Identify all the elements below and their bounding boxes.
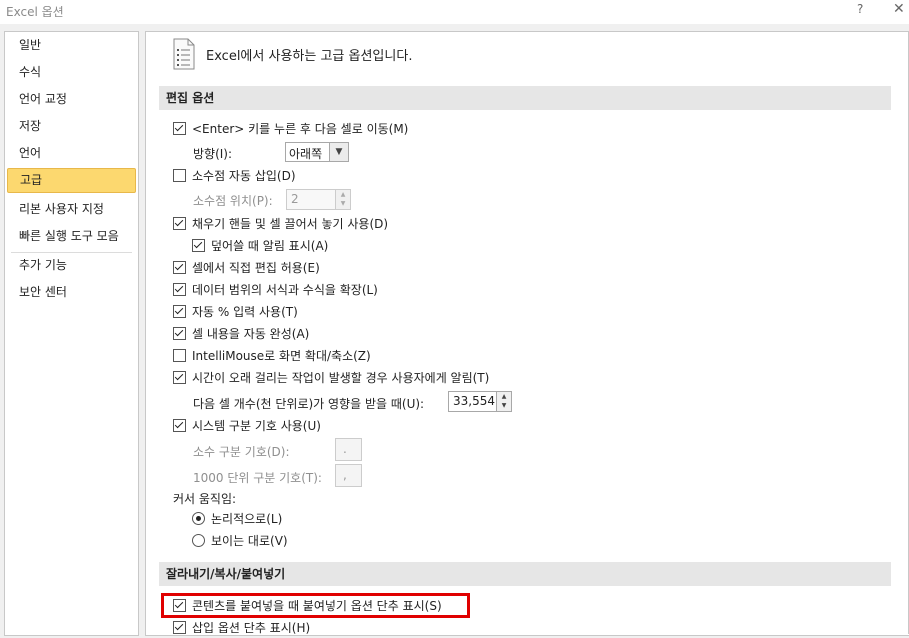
long-operation-alert-label: 시간이 오래 걸리는 작업이 발생할 경우 사용자에게 알림(T): [192, 371, 490, 385]
spinner-arrows[interactable]: ▲ ▼: [496, 392, 511, 411]
extend-formats-label: 데이터 범위의 서식과 수식을 확장(L): [192, 283, 378, 297]
title-bar: Excel 옵션 ? ✕: [0, 0, 909, 24]
window-title: Excel 옵션: [6, 5, 64, 19]
sidebar-item-add-ins[interactable]: 추가 기능: [7, 253, 136, 278]
decimal-places-spinner[interactable]: 2 ▲ ▼: [286, 189, 351, 210]
direction-label: 방향(I):: [193, 147, 233, 161]
decimal-places-label: 소수점 위치(P):: [193, 194, 273, 208]
system-separators-checkbox[interactable]: [173, 419, 186, 432]
overwrite-alert-label: 덮어쓸 때 알림 표시(A): [211, 239, 329, 253]
document-options-icon: [173, 38, 195, 70]
sidebar-item-formulas[interactable]: 수식: [7, 60, 136, 85]
enter-move-checkbox[interactable]: [173, 122, 186, 135]
spinner-arrows[interactable]: ▲ ▼: [335, 190, 350, 209]
direction-select[interactable]: 아래쪽 ▼: [285, 142, 349, 162]
autocomplete-checkbox[interactable]: [173, 327, 186, 340]
section-editing-options: 편집 옵션: [159, 86, 891, 110]
thousands-separator-value: ,: [343, 468, 347, 482]
auto-decimal-checkbox[interactable]: [173, 169, 186, 182]
red-highlight-box: [161, 593, 470, 618]
enter-move-label: <Enter> 키를 누른 후 다음 셀로 이동(M): [192, 122, 409, 136]
direction-value: 아래쪽: [289, 147, 323, 161]
sidebar: 일반 수식 언어 교정 저장 언어 고급 리본 사용자 지정 빠른 실행 도구 …: [4, 31, 139, 636]
decimal-separator-label: 소수 구분 기호(D):: [193, 445, 290, 459]
auto-decimal-label: 소수점 자동 삽입(D): [192, 169, 296, 183]
cells-affected-label: 다음 셀 개수(천 단위로)가 영향을 받을 때(U):: [193, 397, 425, 411]
decimal-places-value: 2: [291, 192, 299, 206]
cursor-visual-label: 보이는 대로(V): [211, 534, 288, 548]
section-cut-copy-paste: 잘라내기/복사/붙여넣기: [159, 562, 891, 586]
decimal-separator-field[interactable]: .: [335, 438, 362, 461]
fill-handle-checkbox[interactable]: [173, 217, 186, 230]
edit-in-cell-checkbox[interactable]: [173, 261, 186, 274]
cells-affected-value: 33,554: [453, 394, 495, 408]
insert-options-checkbox[interactable]: [173, 621, 186, 634]
thousands-separator-label: 1000 단위 구분 기호(T):: [193, 471, 322, 485]
overwrite-alert-checkbox[interactable]: [192, 239, 205, 252]
long-operation-alert-checkbox[interactable]: [173, 371, 186, 384]
cursor-logical-label: 논리적으로(L): [211, 512, 283, 526]
intellimouse-label: IntelliMouse로 화면 확대/축소(Z): [192, 349, 371, 363]
auto-percent-label: 자동 % 입력 사용(T): [192, 305, 298, 319]
sidebar-item-trust-center[interactable]: 보안 센터: [7, 280, 136, 305]
thousands-separator-field[interactable]: ,: [335, 464, 362, 487]
spin-down-icon[interactable]: ▼: [497, 401, 511, 410]
extend-formats-checkbox[interactable]: [173, 283, 186, 296]
sidebar-item-language[interactable]: 언어: [7, 141, 136, 166]
auto-percent-checkbox[interactable]: [173, 305, 186, 318]
system-separators-label: 시스템 구분 기호 사용(U): [192, 419, 321, 433]
autocomplete-label: 셀 내용을 자동 완성(A): [192, 327, 310, 341]
fill-handle-label: 채우기 핸들 및 셀 끌어서 놓기 사용(D): [192, 217, 389, 231]
help-button[interactable]: ?: [857, 2, 863, 16]
spin-down-icon[interactable]: ▼: [336, 199, 350, 208]
sidebar-item-general[interactable]: 일반: [7, 33, 136, 58]
cursor-visual-radio[interactable]: [192, 534, 205, 547]
spin-up-icon[interactable]: ▲: [497, 392, 511, 401]
close-button[interactable]: ✕: [893, 1, 905, 17]
spin-up-icon[interactable]: ▲: [336, 190, 350, 199]
intellimouse-checkbox[interactable]: [173, 349, 186, 362]
cursor-movement-label: 커서 움직임:: [173, 492, 237, 506]
sidebar-item-save[interactable]: 저장: [7, 114, 136, 139]
decimal-separator-value: .: [343, 442, 347, 456]
sidebar-item-advanced[interactable]: 고급: [7, 168, 136, 193]
edit-in-cell-label: 셀에서 직접 편집 허용(E): [192, 261, 320, 275]
sidebar-item-quick-access-toolbar[interactable]: 빠른 실행 도구 모음: [7, 224, 136, 249]
insert-options-label: 삽입 옵션 단추 표시(H): [192, 621, 311, 635]
page-description: Excel에서 사용하는 고급 옵션입니다.: [206, 49, 413, 64]
cursor-logical-radio[interactable]: [192, 512, 205, 525]
chevron-down-icon[interactable]: ▼: [329, 143, 348, 161]
sidebar-item-customize-ribbon[interactable]: 리본 사용자 지정: [7, 197, 136, 222]
sidebar-item-proofing[interactable]: 언어 교정: [7, 87, 136, 112]
cells-affected-spinner[interactable]: 33,554 ▲ ▼: [448, 391, 512, 412]
